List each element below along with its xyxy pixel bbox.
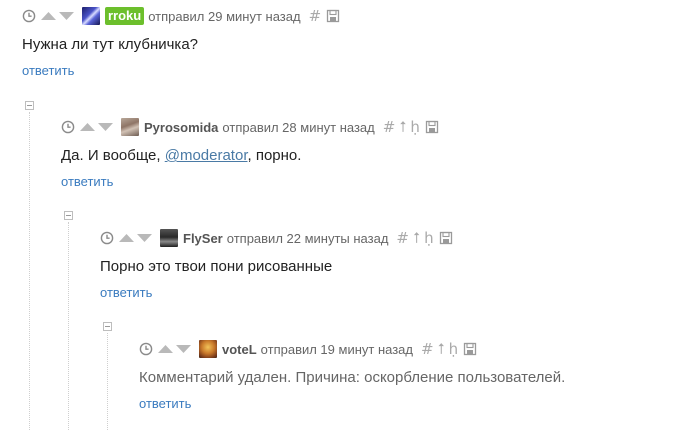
comment: FlySer отправил 22 минуты назад # ⭡ ḥ По…: [100, 228, 453, 302]
save-icon[interactable]: [463, 342, 477, 356]
timestamp: отправил 22 минуты назад: [226, 230, 389, 246]
clock-icon[interactable]: [22, 9, 36, 23]
thread-icon[interactable]: ḥ: [410, 120, 420, 135]
vote-down-icon[interactable]: [97, 122, 114, 132]
reply-link[interactable]: ответить: [100, 285, 152, 300]
timestamp: отправил 29 минут назад: [148, 8, 301, 24]
vote-down-icon[interactable]: [136, 233, 153, 243]
comment-text: Нужна ли тут клубничка?: [22, 36, 199, 53]
comment: voteL отправил 19 минут назад # ⭡ ḥ Комм…: [139, 339, 565, 413]
save-icon[interactable]: [425, 120, 439, 134]
vote-controls: [79, 122, 115, 132]
vote-controls: [118, 233, 154, 243]
comment: rroku отправил 29 минут назад # Нужна ли…: [22, 6, 340, 80]
vote-up-icon[interactable]: [40, 11, 57, 21]
timestamp: отправил 28 минут назад: [222, 119, 375, 135]
collapse-toggle[interactable]: [25, 101, 34, 110]
user-mention-link[interactable]: @moderator: [165, 147, 248, 164]
vote-up-icon[interactable]: [79, 122, 96, 132]
comment-meta: rroku отправил 29 минут назад #: [22, 6, 340, 26]
parent-comment-icon[interactable]: ⭡: [413, 231, 420, 246]
thread-line: [68, 222, 69, 430]
permalink-icon[interactable]: #: [421, 342, 434, 357]
username[interactable]: Pyrosomida: [144, 120, 218, 135]
avatar[interactable]: [160, 229, 178, 247]
collapse-toggle[interactable]: [103, 322, 112, 331]
parent-comment-icon[interactable]: ⭡: [438, 342, 445, 357]
username[interactable]: rroku: [105, 7, 145, 25]
comment-meta: Pyrosomida отправил 28 минут назад # ⭡ ḥ: [61, 117, 439, 137]
avatar[interactable]: [199, 340, 217, 358]
vote-up-icon[interactable]: [157, 344, 174, 354]
vote-down-icon[interactable]: [58, 11, 75, 21]
comment-text-part: Да. И вообще,: [61, 147, 165, 164]
save-icon[interactable]: [439, 231, 453, 245]
vote-controls: [157, 344, 193, 354]
parent-comment-icon[interactable]: ⭡: [399, 120, 406, 135]
reply-link[interactable]: ответить: [61, 174, 113, 189]
avatar[interactable]: [121, 118, 139, 136]
username[interactable]: voteL: [222, 342, 257, 357]
comment-text-part: , порно.: [247, 147, 302, 164]
comment-text: Порно это твои пони рисованные: [100, 258, 333, 275]
comment-text: Комментарий удален. Причина: оскорбление…: [139, 369, 566, 386]
permalink-icon[interactable]: #: [396, 231, 409, 246]
clock-icon[interactable]: [139, 342, 153, 356]
clock-icon[interactable]: [100, 231, 114, 245]
comment-text: Да. И вообще, @moderator, порно.: [61, 146, 439, 166]
thread-icon[interactable]: ḥ: [424, 231, 434, 246]
reply-link[interactable]: ответить: [22, 63, 74, 78]
save-icon[interactable]: [326, 9, 340, 23]
reply-link[interactable]: ответить: [139, 396, 191, 411]
thread-line: [107, 333, 108, 430]
username[interactable]: FlySer: [183, 231, 223, 246]
comment-meta: FlySer отправил 22 минуты назад # ⭡ ḥ: [100, 228, 453, 248]
permalink-icon[interactable]: #: [309, 9, 322, 24]
comment: Pyrosomida отправил 28 минут назад # ⭡ ḥ…: [61, 117, 439, 191]
comment-meta: voteL отправил 19 минут назад # ⭡ ḥ: [139, 339, 565, 359]
timestamp: отправил 19 минут назад: [260, 341, 413, 357]
vote-controls: [40, 11, 76, 21]
vote-up-icon[interactable]: [118, 233, 135, 243]
clock-icon[interactable]: [61, 120, 75, 134]
permalink-icon[interactable]: #: [383, 120, 396, 135]
vote-down-icon[interactable]: [175, 344, 192, 354]
thread-line: [29, 112, 30, 430]
thread-icon[interactable]: ḥ: [449, 342, 459, 357]
avatar[interactable]: [82, 7, 100, 25]
collapse-toggle[interactable]: [64, 211, 73, 220]
